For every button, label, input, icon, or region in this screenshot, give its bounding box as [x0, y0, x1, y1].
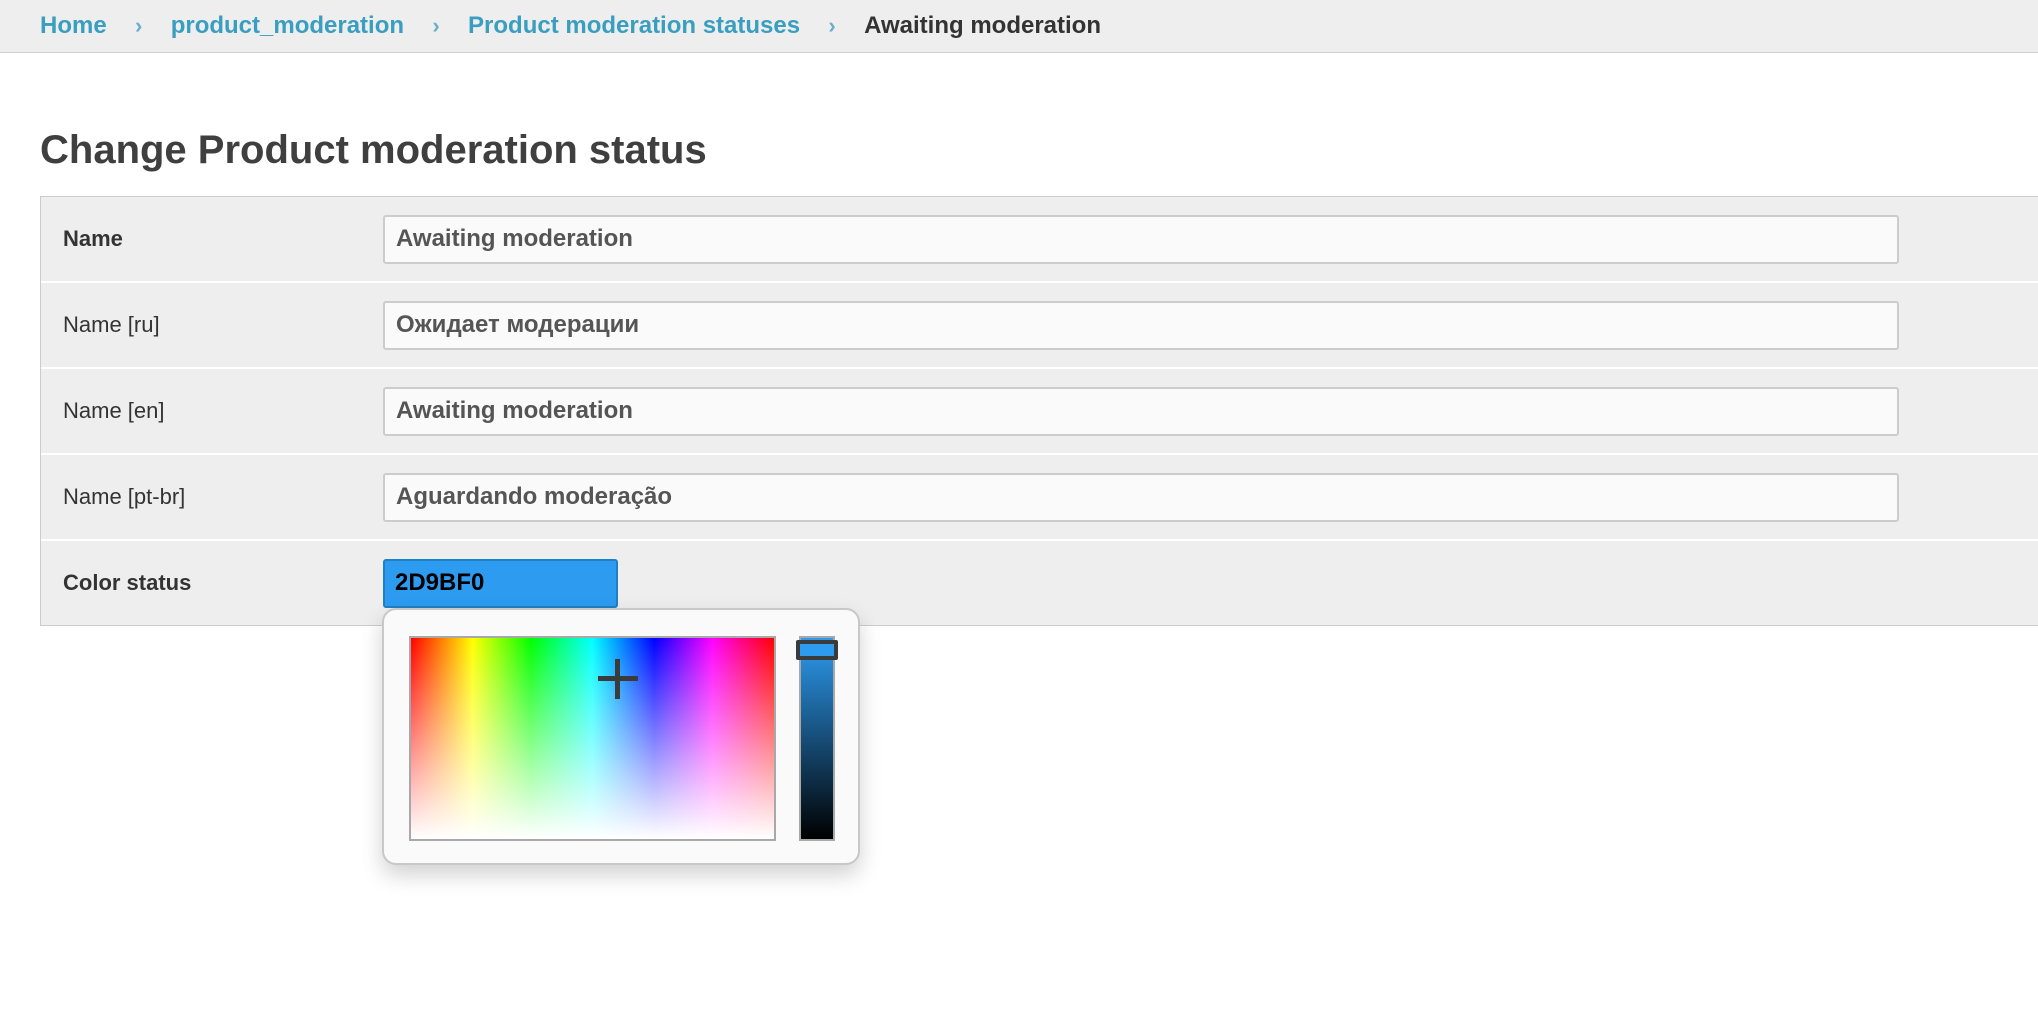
value-slider[interactable]: [796, 636, 838, 841]
breadcrumb: Home › product_moderation › Product mode…: [0, 0, 2038, 53]
form-row-name-en: Name [en] Awaiting moderation: [41, 367, 2038, 453]
name-pt-br-input[interactable]: Aguardando moderação: [383, 472, 1899, 522]
color-status-label: Color status: [63, 570, 192, 595]
crosshair-icon[interactable]: [598, 659, 638, 699]
breadcrumb-home-link[interactable]: Home: [40, 12, 107, 40]
page-title: Change Product moderation status: [40, 128, 707, 172]
form-row-name: Name Awaiting moderation: [41, 197, 2038, 281]
name-label: Name: [63, 226, 123, 251]
chevron-right-icon: ›: [432, 13, 440, 38]
form-row-name-ru: Name [ru] Ожидает модерации: [41, 281, 2038, 367]
name-input[interactable]: Awaiting moderation: [383, 214, 1899, 264]
name-en-label: Name [en]: [63, 398, 165, 423]
form-row-color-status: Color status 2D9BF0: [41, 539, 2038, 625]
slider-handle-icon[interactable]: [796, 640, 838, 660]
name-en-input[interactable]: Awaiting moderation: [383, 386, 1899, 436]
breadcrumb-current: Awaiting moderation: [864, 12, 1101, 39]
color-status-input[interactable]: 2D9BF0: [383, 558, 618, 608]
name-pt-br-label: Name [pt-br]: [63, 484, 186, 509]
color-picker-popup: [382, 608, 860, 865]
name-ru-label: Name [ru]: [63, 312, 160, 337]
breadcrumb-app-link[interactable]: product_moderation: [171, 12, 404, 40]
name-ru-input[interactable]: Ожидает модерации: [383, 300, 1899, 350]
crosshair-vertical: [615, 659, 620, 699]
form-row-name-pt-br: Name [pt-br] Aguardando moderação: [41, 453, 2038, 539]
breadcrumb-model-link[interactable]: Product moderation statuses: [468, 12, 800, 40]
chevron-right-icon: ›: [828, 13, 836, 38]
saturation-hue-pad[interactable]: [409, 636, 776, 841]
chevron-right-icon: ›: [135, 13, 143, 38]
change-form: Name Awaiting moderation Name [ru] Ожида…: [40, 196, 2038, 626]
